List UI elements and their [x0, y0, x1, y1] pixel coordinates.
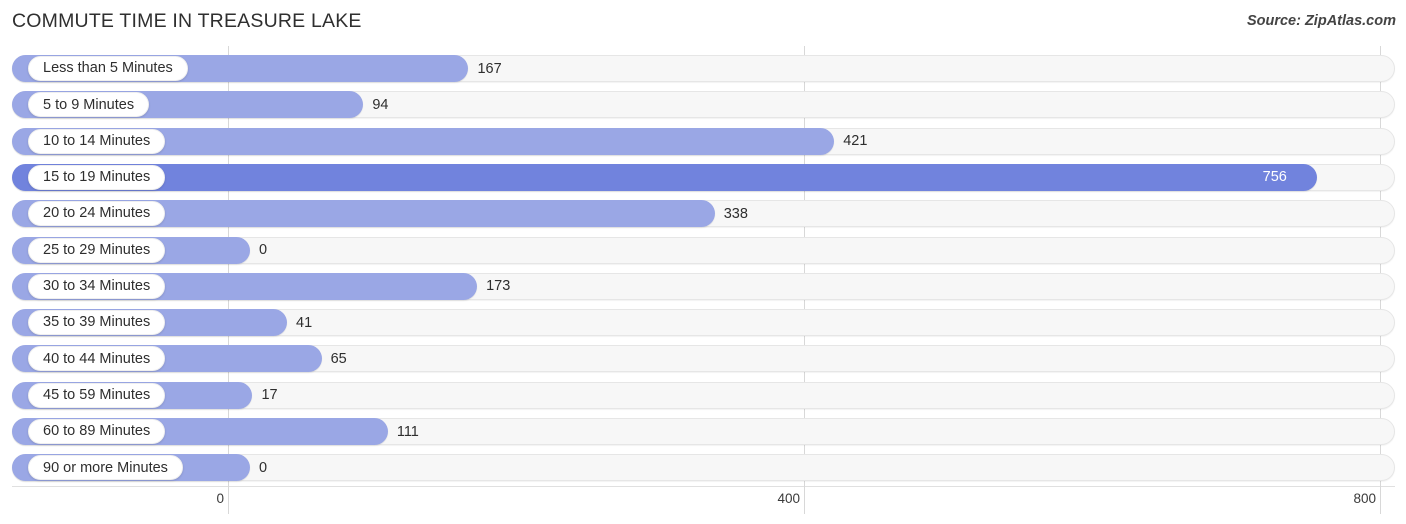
axis-tick-label: 400 [777, 491, 800, 506]
axis-tick-label: 800 [1353, 491, 1376, 506]
category-label-pill: Less than 5 Minutes [28, 56, 188, 81]
axis-tick-0 [228, 486, 229, 514]
bar-value-label: 338 [723, 205, 748, 222]
category-label-pill: 10 to 14 Minutes [28, 128, 166, 154]
bar-row[interactable]: 30 to 34 Minutes 173 [12, 272, 1395, 300]
bar-row[interactable]: 20 to 24 Minutes 338 [12, 200, 1395, 228]
axis-tick-400 [804, 486, 805, 514]
category-label-pill: 35 to 39 Minutes [28, 310, 166, 336]
axis-tick-label: 0 [216, 491, 224, 506]
bar-value-label: 111 [396, 423, 419, 440]
bar-rows: Less than 5 Minutes 167 5 to 9 Minutes 94 10… [0, 46, 1406, 486]
bar-row[interactable]: 60 to 89 Minutes 111 [12, 418, 1395, 445]
bar-value-label: 17 [261, 387, 278, 404]
category-label: 40 to 44 Minutes [43, 350, 151, 367]
bar-value-label: 0 [259, 242, 268, 258]
page-title: COMMUTE TIME IN TREASURE LAKE [12, 10, 362, 32]
category-label-pill: 25 to 29 Minutes [28, 237, 166, 263]
category-label: 90 or more Minutes [43, 459, 168, 476]
bar-row[interactable]: 15 to 19 Minutes 756 [12, 163, 1395, 191]
chart-header: COMMUTE TIME IN TREASURE LAKE Source: Zi… [0, 0, 1406, 46]
category-label: 45 to 59 Minutes [43, 386, 151, 403]
bar-row[interactable]: 5 to 9 Minutes 94 [12, 91, 1395, 119]
category-label-pill: 90 or more Minutes [28, 455, 183, 481]
bar-row[interactable]: 25 to 29 Minutes 0 [12, 236, 1395, 264]
bar-row[interactable]: Less than 5 Minutes 167 [12, 55, 1395, 82]
category-label-pill: 30 to 34 Minutes [28, 273, 166, 299]
bar-value-label: 94 [372, 96, 389, 113]
bar-value-label: 41 [296, 314, 313, 331]
plot-area: Less than 5 Minutes 167 5 to 9 Minutes 94 10… [0, 46, 1406, 486]
bar-value-label: 65 [330, 350, 347, 367]
category-label: 20 to 24 Minutes [43, 205, 151, 222]
category-label-pill: 40 to 44 Minutes [28, 346, 166, 372]
category-label-pill: 45 to 59 Minutes [28, 382, 166, 408]
category-label: 10 to 14 Minutes [43, 132, 151, 149]
category-label: 5 to 9 Minutes [43, 96, 135, 113]
axis-line [12, 486, 1395, 487]
bar-row[interactable]: 10 to 14 Minutes 421 [12, 127, 1395, 155]
source-attribution: Source: ZipAtlas.com [1246, 13, 1396, 29]
category-label-pill: 5 to 9 Minutes [28, 92, 150, 118]
category-label-pill: 60 to 89 Minutes [28, 419, 166, 444]
category-label: 35 to 39 Minutes [43, 314, 151, 331]
category-label: Less than 5 Minutes [43, 60, 173, 77]
category-label-pill: 20 to 24 Minutes [28, 201, 166, 227]
bar-value-label: 167 [477, 60, 502, 77]
x-axis: 0 400 800 [0, 486, 1406, 524]
category-label: 15 to 19 Minutes [43, 169, 151, 186]
axis-tick-800 [1380, 486, 1381, 514]
category-label: 30 to 34 Minutes [43, 278, 151, 295]
bar-row[interactable]: 40 to 44 Minutes 65 [12, 345, 1395, 373]
bar-value-label: 756 [1262, 169, 1287, 186]
bar-value-label: 173 [486, 278, 511, 295]
category-label: 60 to 89 Minutes [43, 423, 151, 440]
bar-value-label: 421 [843, 133, 868, 150]
bar-row[interactable]: 45 to 59 Minutes 17 [12, 381, 1395, 409]
bar[interactable] [12, 163, 1317, 191]
bar-row[interactable]: 90 or more Minutes 0 [12, 454, 1395, 482]
category-label: 25 to 29 Minutes [43, 241, 151, 258]
bar-value-label: 0 [259, 459, 268, 476]
category-label-pill: 15 to 19 Minutes [28, 164, 166, 190]
bar-row[interactable]: 35 to 39 Minutes 41 [12, 309, 1395, 337]
